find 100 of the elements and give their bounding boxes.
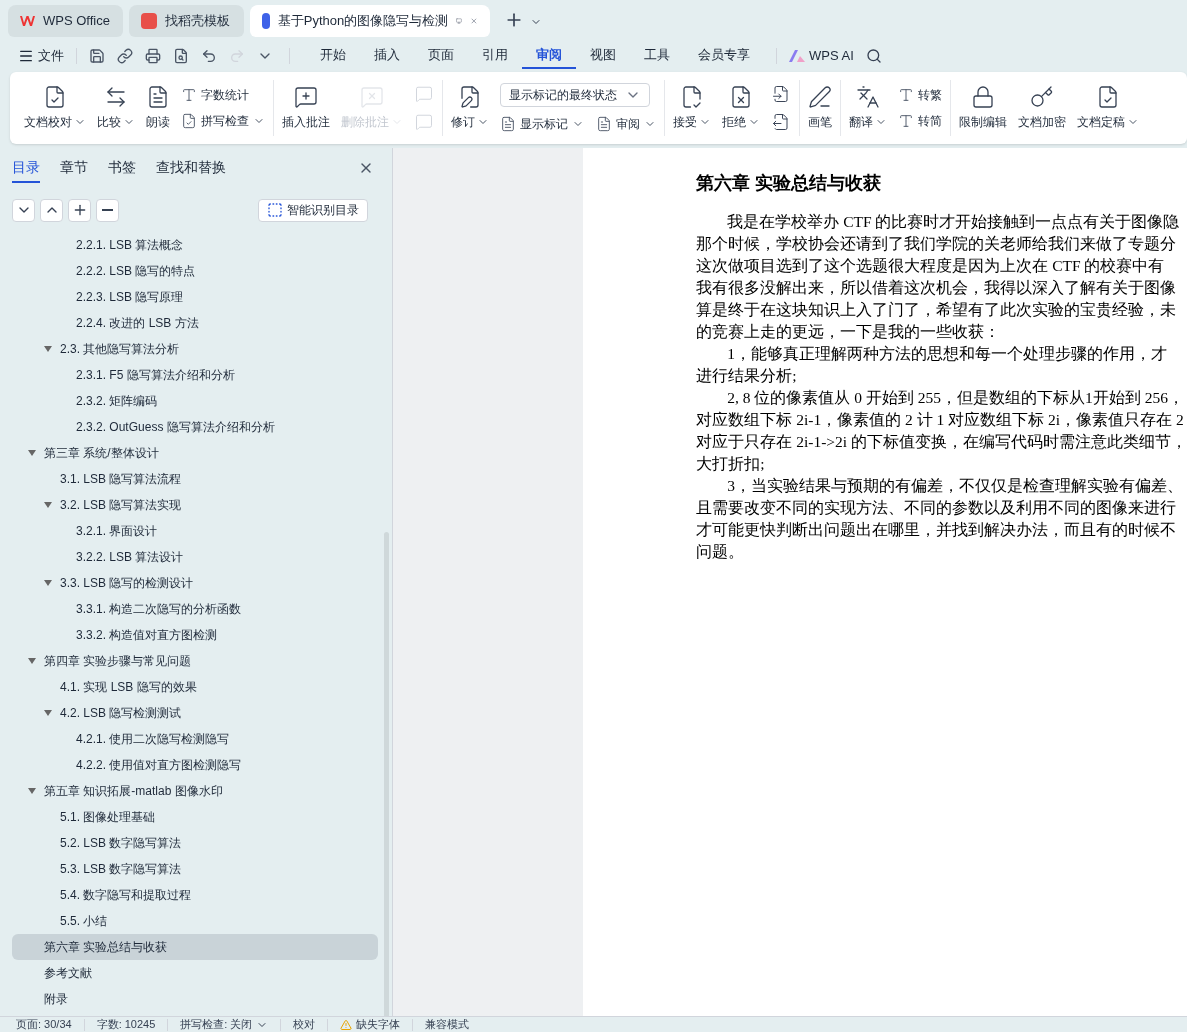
toc-item[interactable]: 5.5. 小结: [12, 908, 378, 934]
ribbon-button[interactable]: 翻译: [849, 85, 887, 131]
menu-tab[interactable]: 插入: [360, 43, 414, 69]
toc-item[interactable]: 2.2.1. LSB 算法概念: [12, 232, 378, 258]
markup-icon: [500, 116, 516, 132]
ribbon-button[interactable]: 文档加密: [1018, 85, 1066, 131]
paragraph-line: 进行结果分析;: [696, 366, 798, 386]
toc-item[interactable]: 2.3.2. 矩阵编码: [12, 388, 378, 414]
remove-button[interactable]: [96, 198, 119, 222]
ribbon-button[interactable]: 朗读: [146, 85, 170, 131]
toc-item[interactable]: 5.4. 数字隐写和提取过程: [12, 882, 378, 908]
monitor-icon: [456, 15, 463, 27]
toc-item[interactable]: 3.2. LSB 隐写算法实现: [12, 492, 378, 518]
toc-item[interactable]: 3.3.1. 构造二次隐写的分析函数: [12, 596, 378, 622]
ribbon-button[interactable]: 转简: [898, 112, 942, 130]
toc-item[interactable]: 4.2.1. 使用二次隐写检测隐写: [12, 726, 378, 752]
ribbon-button[interactable]: 接受: [673, 85, 711, 131]
previous-change-button[interactable]: [771, 84, 791, 104]
document-check-icon: [680, 85, 704, 109]
document-tab[interactable]: WPS Office: [8, 5, 123, 37]
ribbon-button[interactable]: 插入批注: [282, 85, 330, 131]
toc-item[interactable]: 附录: [12, 986, 378, 1012]
missing-fonts-status[interactable]: 缺失字体: [340, 1018, 401, 1031]
ribbon-button[interactable]: 限制编辑: [959, 85, 1007, 131]
ribbon-button[interactable]: 拼写检查: [181, 112, 265, 130]
toc-item[interactable]: 5.2. LSB 数字隐写算法: [12, 830, 378, 856]
smart-toc-button[interactable]: 智能识别目录: [257, 198, 368, 222]
menu-tab[interactable]: 审阅: [522, 43, 576, 69]
panel-tab[interactable]: 目录: [12, 153, 40, 183]
collapse-triangle-icon[interactable]: [44, 345, 52, 353]
panel-tab[interactable]: 书签: [108, 153, 136, 183]
paragraph-line: 算是终于在这块知识上入了门了，希望有了此次实验的宝贵经验，未: [696, 300, 1178, 320]
comment-delete-icon: [360, 85, 384, 109]
collapse-triangle-icon[interactable]: [28, 657, 36, 665]
menu-icon: [18, 48, 34, 64]
menu-tab[interactable]: 工具: [630, 43, 684, 69]
toc-item[interactable]: 4.1. 实现 LSB 隐写的效果: [12, 674, 378, 700]
search-icon[interactable]: [865, 48, 882, 64]
toc-item[interactable]: 2.3. 其他隐写算法分析: [12, 336, 378, 362]
toc-item[interactable]: 3.3.2. 构造值对直方图检测: [12, 622, 378, 648]
document-tab[interactable]: 找稻壳模板: [129, 5, 244, 37]
next-change-button[interactable]: [771, 112, 791, 132]
toc-item[interactable]: 第三章 系统/整体设计: [12, 440, 378, 466]
toc-item[interactable]: 2.3.1. F5 隐写算法介绍和分析: [12, 362, 378, 388]
toc-item[interactable]: 第六章 实验总结与收获: [12, 934, 378, 960]
scrollbar[interactable]: [383, 532, 389, 1016]
toc-item[interactable]: 5.1. 图像处理基础: [12, 804, 378, 830]
toc-item[interactable]: 5.3. LSB 数字隐写算法: [12, 856, 378, 882]
collapse-triangle-icon[interactable]: [44, 501, 52, 509]
toc-item[interactable]: 第四章 实验步骤与常见问题: [12, 648, 378, 674]
print-preview-icon[interactable]: [173, 48, 189, 64]
toc-item[interactable]: 4.2. LSB 隐写检测测试: [12, 700, 378, 726]
toc-item[interactable]: 第五章 知识拓展-matlab 图像水印: [12, 778, 378, 804]
status-text: 兼容模式: [425, 1019, 470, 1030]
collapse-triangle-icon[interactable]: [44, 579, 52, 587]
ribbon-button[interactable]: 拒绝: [722, 85, 760, 131]
ribbon-button[interactable]: 比较: [97, 85, 135, 131]
ai-button[interactable]: WPS AI: [789, 46, 854, 66]
chapter-heading: 第六章 实验总结与收获: [696, 172, 882, 195]
ribbon-button[interactable]: 画笔: [808, 85, 832, 131]
link-icon[interactable]: [117, 48, 133, 64]
ribbon-button[interactable]: 转繁: [898, 86, 942, 104]
file-menu[interactable]: 文件: [18, 46, 64, 66]
save-icon[interactable]: [89, 48, 105, 64]
toc-item[interactable]: 4.2.2. 使用值对直方图检测隐写: [12, 752, 378, 778]
toc-item[interactable]: 2.2.3. LSB 隐写原理: [12, 284, 378, 310]
collapse-triangle-icon[interactable]: [28, 787, 36, 795]
toc-item[interactable]: 3.3. LSB 隐写的检测设计: [12, 570, 378, 596]
menu-tab[interactable]: 引用: [468, 43, 522, 69]
collapse-triangle-icon[interactable]: [28, 449, 36, 457]
menu-tab[interactable]: 视图: [576, 43, 630, 69]
ribbon-button[interactable]: 字数统计: [181, 86, 265, 104]
panel-tab[interactable]: 查找和替换: [156, 153, 226, 183]
toc-item[interactable]: 2.2.2. LSB 隐写的特点: [12, 258, 378, 284]
undo-icon[interactable]: [201, 48, 217, 64]
paragraph-line: 大打折扣;: [696, 454, 766, 474]
panel-tab[interactable]: 章节: [60, 153, 88, 183]
toc-item[interactable]: 3.1. LSB 隐写算法流程: [12, 466, 378, 492]
ribbon-button[interactable]: 修订: [451, 85, 489, 131]
ribbon-button[interactable]: 显示标记: [500, 115, 584, 133]
spellcheck-icon: [181, 113, 197, 129]
toc-item[interactable]: 2.2.4. 改进的 LSB 方法: [12, 310, 378, 336]
spellcheck-status[interactable]: 拼写检查: 关闭: [180, 1018, 269, 1031]
paragraph-line: 问题。: [696, 542, 746, 562]
toc-item[interactable]: 2.3.2. OutGuess 隐写算法介绍和分析: [12, 414, 378, 440]
menu-tab[interactable]: 页面: [414, 43, 468, 69]
markup-dropdown[interactable]: 显示标记的最终状态: [500, 83, 650, 107]
menu-tab[interactable]: 开始: [306, 43, 360, 69]
ribbon-button[interactable]: 审阅: [596, 115, 656, 133]
document-tab[interactable]: 基于Python的图像隐写与检测: [250, 5, 490, 37]
toc-item[interactable]: 参考文献: [12, 960, 378, 986]
toc-item[interactable]: 3.2.1. 界面设计: [12, 518, 378, 544]
ribbon-button[interactable]: 文档校对: [24, 85, 86, 131]
collapse-triangle-icon[interactable]: [44, 709, 52, 717]
add-button[interactable]: [68, 198, 91, 222]
print-icon[interactable]: [145, 48, 161, 64]
menu-tab[interactable]: 会员专享: [684, 43, 764, 69]
key-document-icon: [1030, 85, 1054, 109]
toc-item[interactable]: 3.2.2. LSB 算法设计: [12, 544, 378, 570]
ribbon-button[interactable]: 文档定稿: [1077, 85, 1139, 131]
